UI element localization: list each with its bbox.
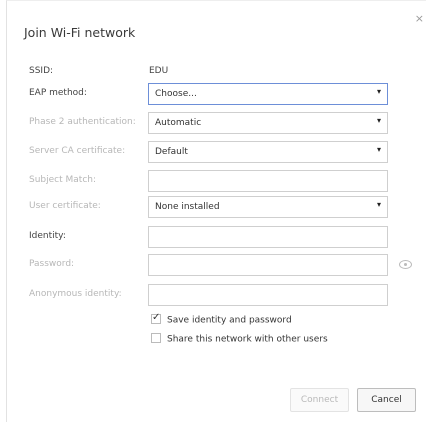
user-cert-value: None installed [155, 202, 220, 212]
dialog-title: Join Wi-Fi network [24, 25, 136, 40]
server-ca-label: Server CA certificate: [29, 146, 126, 156]
subject-match-row: Subject Match: [7, 170, 427, 194]
share-network-label: Share this network with other users [167, 334, 328, 345]
cancel-button[interactable]: Cancel [357, 388, 416, 412]
password-row: Password: [7, 254, 427, 278]
checkbox-unchecked-icon [151, 333, 161, 343]
anonymous-identity-label: Anonymous identity: [29, 289, 122, 299]
identity-label: Identity: [29, 231, 66, 241]
phase2-value: Automatic [155, 118, 202, 128]
identity-input[interactable] [148, 226, 388, 248]
save-identity-checkbox[interactable]: Save identity and password [151, 312, 292, 326]
chevron-down-icon: ▾ [376, 200, 381, 209]
user-cert-select[interactable]: None installed ▾ [148, 196, 388, 218]
eap-method-value: Choose... [155, 89, 197, 99]
connect-button[interactable]: Connect [290, 388, 349, 412]
subject-match-label: Subject Match: [29, 175, 96, 185]
identity-row: Identity: [7, 226, 427, 250]
ssid-row: SSID: EDU [7, 61, 427, 85]
server-ca-row: Server CA certificate: Default ▾ [7, 141, 427, 165]
server-ca-select[interactable]: Default ▾ [148, 141, 388, 163]
close-icon[interactable]: × [415, 12, 424, 25]
chevron-down-icon: ▾ [376, 145, 381, 154]
checkbox-checked-icon [151, 312, 161, 324]
share-network-checkbox[interactable]: Share this network with other users [151, 333, 328, 345]
anonymous-identity-row: Anonymous identity: [7, 284, 427, 308]
eap-method-label: EAP method: [29, 88, 87, 98]
chevron-down-icon: ▾ [376, 116, 381, 125]
eap-method-row: EAP method: Choose... ▾ [7, 83, 427, 107]
user-cert-label: User certificate: [29, 201, 101, 211]
save-identity-label: Save identity and password [167, 315, 292, 326]
eye-icon[interactable] [399, 260, 412, 269]
ssid-label: SSID: [29, 66, 54, 76]
chevron-down-icon: ▾ [376, 87, 381, 96]
server-ca-value: Default [155, 147, 188, 157]
user-cert-row: User certificate: None installed ▾ [7, 196, 427, 220]
phase2-row: Phase 2 authentication: Automatic ▾ [7, 112, 427, 136]
phase2-label: Phase 2 authentication: [29, 117, 136, 127]
phase2-select[interactable]: Automatic ▾ [148, 112, 388, 134]
password-input[interactable] [148, 254, 388, 276]
join-wifi-dialog: Join Wi-Fi network × SSID: EDU EAP metho… [6, 0, 426, 422]
subject-match-input[interactable] [148, 170, 388, 192]
password-label: Password: [29, 259, 75, 269]
eap-method-select[interactable]: Choose... ▾ [148, 83, 388, 105]
anonymous-identity-input[interactable] [148, 284, 388, 306]
ssid-value: EDU [149, 66, 169, 76]
